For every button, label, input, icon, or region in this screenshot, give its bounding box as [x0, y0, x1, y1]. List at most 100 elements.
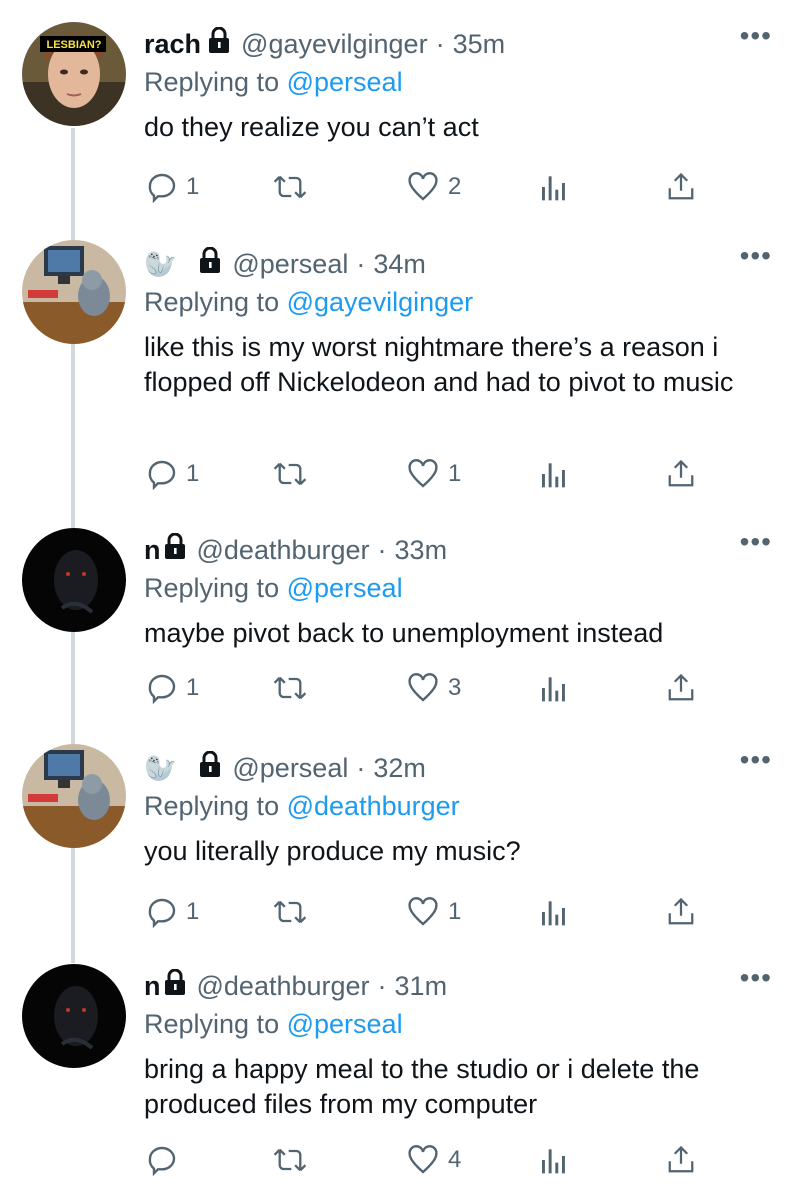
more-options-icon[interactable]: ••• [740, 964, 772, 992]
tweet-text: do they realize you can’t act [144, 112, 479, 142]
user-handle[interactable]: @perseal [232, 748, 348, 788]
tweet-text: maybe pivot back to unemployment instead [144, 618, 664, 648]
analytics-button[interactable] [540, 892, 568, 932]
mention-link[interactable]: @perseal [287, 67, 403, 97]
replying-to: Replying to @gayevilginger [144, 284, 778, 320]
mention-link[interactable]: @perseal [287, 573, 403, 603]
analytics-button[interactable] [540, 454, 568, 494]
reply-count: 1 [186, 173, 200, 200]
action-bar: 1 2 [144, 167, 724, 207]
reply-button[interactable]: 1 [146, 668, 199, 708]
reply-count: 1 [186, 460, 200, 487]
retweet-button[interactable] [272, 454, 308, 494]
reply-button[interactable]: 1 [146, 167, 199, 207]
display-name[interactable]: 🦭 [144, 748, 176, 788]
heart-icon [408, 1145, 438, 1174]
analytics-button[interactable] [540, 668, 568, 708]
share-button[interactable] [666, 668, 696, 708]
mention-link[interactable]: @perseal [287, 1009, 403, 1039]
replying-label: Replying to [144, 287, 280, 317]
retweet-button[interactable] [272, 167, 308, 207]
retweet-icon [273, 462, 307, 486]
analytics-button[interactable] [540, 167, 568, 207]
display-name[interactable]: 🦭 [144, 244, 176, 284]
display-name[interactable]: rach [144, 24, 201, 64]
reply-button[interactable]: 1 [146, 892, 199, 932]
share-icon [668, 1145, 694, 1173]
reply-icon [148, 1146, 176, 1176]
tweet-header: n @deathburger · 31m [144, 966, 778, 1006]
replying-label: Replying to [144, 67, 280, 97]
more-options-icon[interactable]: ••• [740, 242, 772, 270]
tweet[interactable]: LESBIAN? rach @gayevilginger · 35m ••• R… [0, 10, 798, 230]
reply-button[interactable] [146, 1140, 186, 1180]
user-handle[interactable]: @perseal [232, 244, 348, 284]
like-button[interactable]: 1 [406, 454, 461, 494]
action-bar: 1 3 [144, 668, 724, 708]
display-name[interactable]: n [144, 530, 161, 570]
user-handle[interactable]: @deathburger [197, 966, 370, 1006]
timestamp[interactable]: 33m [395, 530, 448, 570]
reply-count: 1 [186, 674, 200, 701]
analytics-icon [542, 1149, 565, 1174]
share-button[interactable] [666, 167, 696, 207]
display-name[interactable]: n [144, 966, 161, 1006]
lock-icon [207, 24, 231, 64]
retweet-button[interactable] [272, 668, 308, 708]
retweet-icon [273, 175, 307, 199]
timestamp[interactable]: 32m [373, 748, 426, 788]
analytics-icon [542, 176, 565, 201]
share-icon [668, 459, 694, 487]
tweet[interactable]: 🦭 @perseal · 32m ••• Replying to @deathb… [0, 744, 798, 960]
tweet[interactable]: 🦭 @perseal · 34m ••• Replying to @gayevi… [0, 232, 798, 522]
reply-count: 1 [186, 898, 200, 925]
reply-icon [148, 674, 176, 704]
mention-link[interactable]: @gayevilginger [287, 287, 474, 317]
like-button[interactable]: 1 [406, 892, 461, 932]
tweet[interactable]: n @deathburger · 33m ••• Replying to @pe… [0, 522, 798, 744]
reply-icon [148, 173, 176, 203]
user-handle[interactable]: @gayevilginger [241, 24, 428, 64]
retweet-button[interactable] [272, 1140, 308, 1180]
mention-link[interactable]: @deathburger [287, 791, 460, 821]
timestamp[interactable]: 34m [373, 244, 426, 284]
replying-to: Replying to @perseal [144, 64, 778, 100]
timestamp[interactable]: 31m [395, 966, 448, 1006]
replying-to: Replying to @perseal [144, 1006, 778, 1042]
retweet-button[interactable] [272, 892, 308, 932]
tweet[interactable]: n @deathburger · 31m ••• Replying to @pe… [0, 960, 798, 1200]
like-button[interactable]: 4 [406, 1140, 461, 1180]
separator: · [356, 753, 366, 783]
avatar[interactable] [22, 964, 126, 1068]
heart-icon [408, 459, 438, 488]
lock-icon [163, 530, 187, 570]
reply-button[interactable]: 1 [146, 454, 199, 494]
share-button[interactable] [666, 454, 696, 494]
avatar[interactable] [22, 744, 126, 848]
reply-icon [148, 460, 176, 490]
share-button[interactable] [666, 892, 696, 932]
more-options-icon[interactable]: ••• [740, 528, 772, 556]
like-count: 3 [448, 674, 462, 701]
share-icon [668, 172, 694, 200]
analytics-icon [542, 901, 565, 926]
more-options-icon[interactable]: ••• [740, 746, 772, 774]
avatar[interactable] [22, 528, 126, 632]
tweet-header: n @deathburger · 33m [144, 530, 778, 570]
share-button[interactable] [666, 1140, 696, 1180]
like-button[interactable]: 2 [406, 167, 461, 207]
more-options-icon[interactable]: ••• [740, 22, 772, 50]
tweet-header: 🦭 @perseal · 32m [144, 748, 778, 788]
user-handle[interactable]: @deathburger [197, 530, 370, 570]
like-button[interactable]: 3 [406, 668, 461, 708]
action-bar: 1 1 [144, 892, 724, 932]
retweet-icon [273, 1148, 307, 1172]
avatar[interactable] [22, 240, 126, 344]
timestamp[interactable]: 35m [453, 24, 506, 64]
analytics-button[interactable] [540, 1140, 568, 1180]
replying-label: Replying to [144, 791, 280, 821]
avatar[interactable]: LESBIAN? [22, 22, 126, 126]
share-icon [668, 673, 694, 701]
lock-icon [198, 748, 222, 788]
like-count: 1 [448, 460, 462, 487]
